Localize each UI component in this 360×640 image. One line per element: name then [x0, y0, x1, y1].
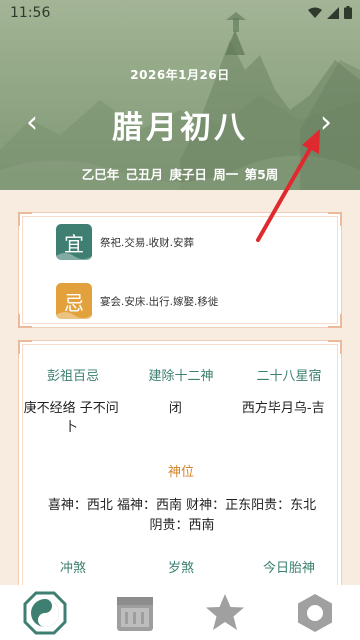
yin-yang-icon: [23, 591, 67, 634]
tab-calendar[interactable]: [105, 588, 165, 638]
ji-badge: 忌: [56, 283, 92, 319]
taishen-header: 今日胎神: [262, 561, 315, 576]
yi-text: 祭祀.交易.收财.安葬: [100, 236, 195, 249]
status-icons: [308, 6, 352, 19]
tab-favorites[interactable]: [195, 588, 255, 638]
next-day-button[interactable]: ›: [320, 108, 332, 138]
xingxiu-header: 二十八星宿: [256, 369, 322, 384]
mountain-landscape: [0, 12, 360, 190]
hexagon-icon: [298, 593, 332, 632]
corner-ornament: [18, 340, 32, 354]
shenwei-title: 神位: [167, 465, 194, 480]
detail-header-row: 彭祖百忌 建除十二神 二十八星宿: [19, 365, 343, 384]
ji-text: 宴会.安床.出行.嫁娶.移徙: [100, 295, 219, 308]
tab-settings[interactable]: [285, 588, 345, 638]
shenwei-text: 喜神：西北 福神：西南 财神：正东阳贵：东北 阴贵：西南: [47, 498, 317, 533]
yi-badge: 宜: [56, 224, 92, 260]
pengzu-header: 彭祖百忌: [46, 369, 99, 384]
jianchu-value: 闭: [168, 401, 182, 416]
yi-row: 宜 祭祀.交易.收财.安葬: [56, 224, 194, 260]
corner-ornament: [328, 314, 342, 328]
ganzhi-info: 乙巳年 己丑月 庚子日 周一 第5周: [81, 167, 279, 182]
battery-icon: [344, 6, 352, 19]
status-time: 11:56: [10, 5, 51, 21]
corner-ornament: [328, 212, 342, 226]
wave-decoration: [56, 312, 92, 319]
ji-row: 忌 宴会.安床.出行.嫁娶.移徙: [56, 283, 218, 319]
detail-card: 彭祖百忌 建除十二神 二十八星宿 庚不经络 子不问卜 闭 西方毕月乌-吉 神位 …: [18, 340, 342, 590]
wifi-icon: [308, 7, 322, 18]
xingxiu-value: 西方毕月乌-吉: [241, 401, 325, 416]
star-icon: [206, 593, 244, 630]
wave-decoration: [56, 253, 92, 260]
detail-header-row-2: 冲煞 岁煞 今日胎神: [19, 557, 343, 576]
corner-ornament: [18, 212, 32, 226]
calendar-icon: [117, 596, 153, 631]
yiji-card: 宜 祭祀.交易.收财.安葬 忌 宴会.安床.出行.嫁娶.移徙: [18, 212, 342, 328]
suisha-header: 岁煞: [167, 561, 194, 576]
solar-date: 2026年1月26日: [130, 68, 230, 82]
detail-value-row: 庚不经络 子不问卜 闭 西方毕月乌-吉: [19, 399, 343, 437]
lunar-date-title: 腊月初八: [112, 110, 248, 146]
header-banner: 11:56 2026年1月26日 ‹ 腊月初八 › 乙巳年 己丑月 庚子日 周一…: [0, 0, 360, 190]
chongsha-header: 冲煞: [59, 561, 86, 576]
signal-icon: [327, 6, 339, 19]
status-bar: 11:56: [0, 0, 360, 26]
bottom-tab-bar: [0, 585, 360, 640]
corner-ornament: [328, 340, 342, 354]
pengzu-value: 庚不经络 子不问卜: [23, 401, 119, 435]
jianchu-header: 建除十二神: [148, 369, 214, 384]
corner-ornament: [18, 314, 32, 328]
tab-almanac[interactable]: [15, 588, 75, 638]
